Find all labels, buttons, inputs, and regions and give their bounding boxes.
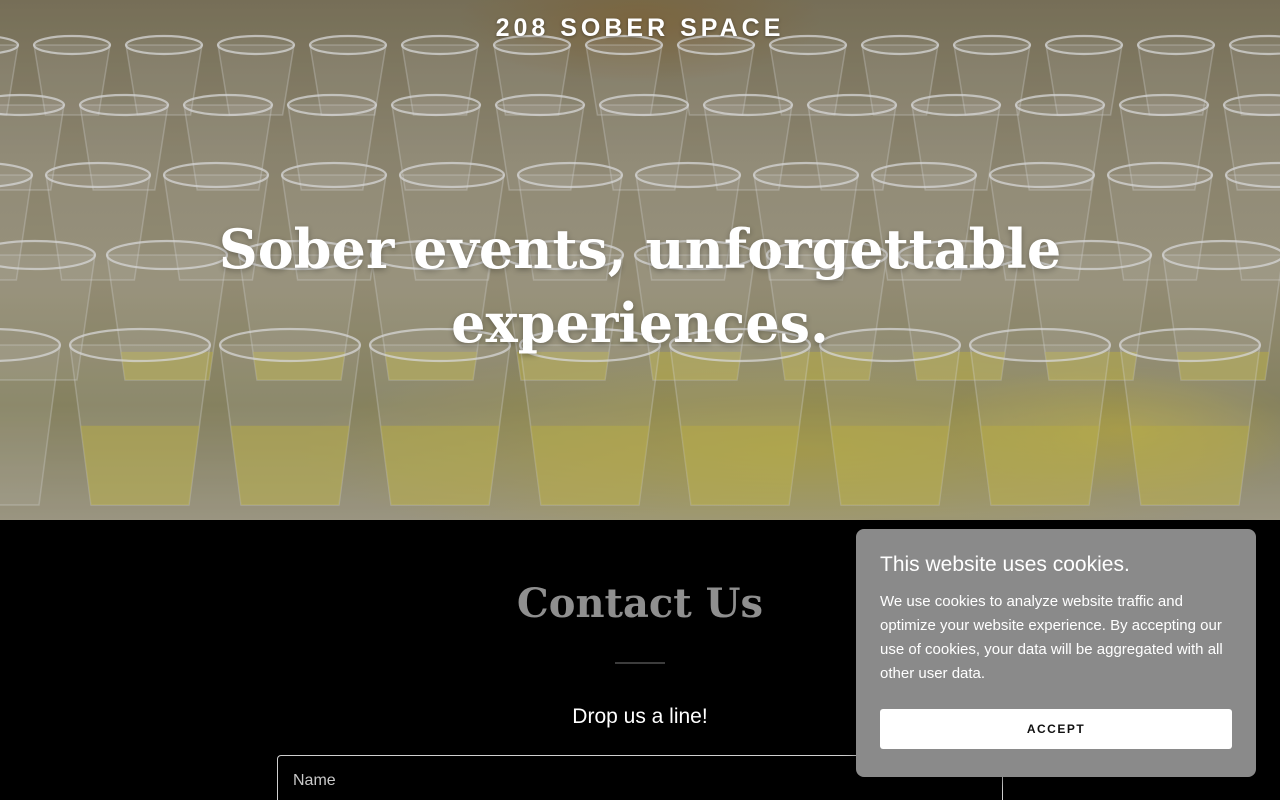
cookie-banner-title: This website uses cookies. bbox=[880, 553, 1130, 576]
hero-headline-line-2: experiences. bbox=[451, 291, 829, 355]
section-divider bbox=[615, 662, 665, 664]
cookie-banner: This website uses cookies. We use cookie… bbox=[856, 529, 1256, 777]
site-brand-title[interactable]: 208 SOBER SPACE bbox=[0, 14, 1280, 43]
accept-cookies-button[interactable]: ACCEPT bbox=[880, 709, 1232, 749]
cookie-banner-body: We use cookies to analyze website traffi… bbox=[880, 593, 1223, 682]
hero-headline-line-1: Sober events, unforgettable bbox=[218, 217, 1062, 281]
hero-section: 208 SOBER SPACE Sober events, unforgetta… bbox=[0, 0, 1280, 520]
hero-headline: Sober events, unforgettable experiences. bbox=[190, 212, 1090, 360]
